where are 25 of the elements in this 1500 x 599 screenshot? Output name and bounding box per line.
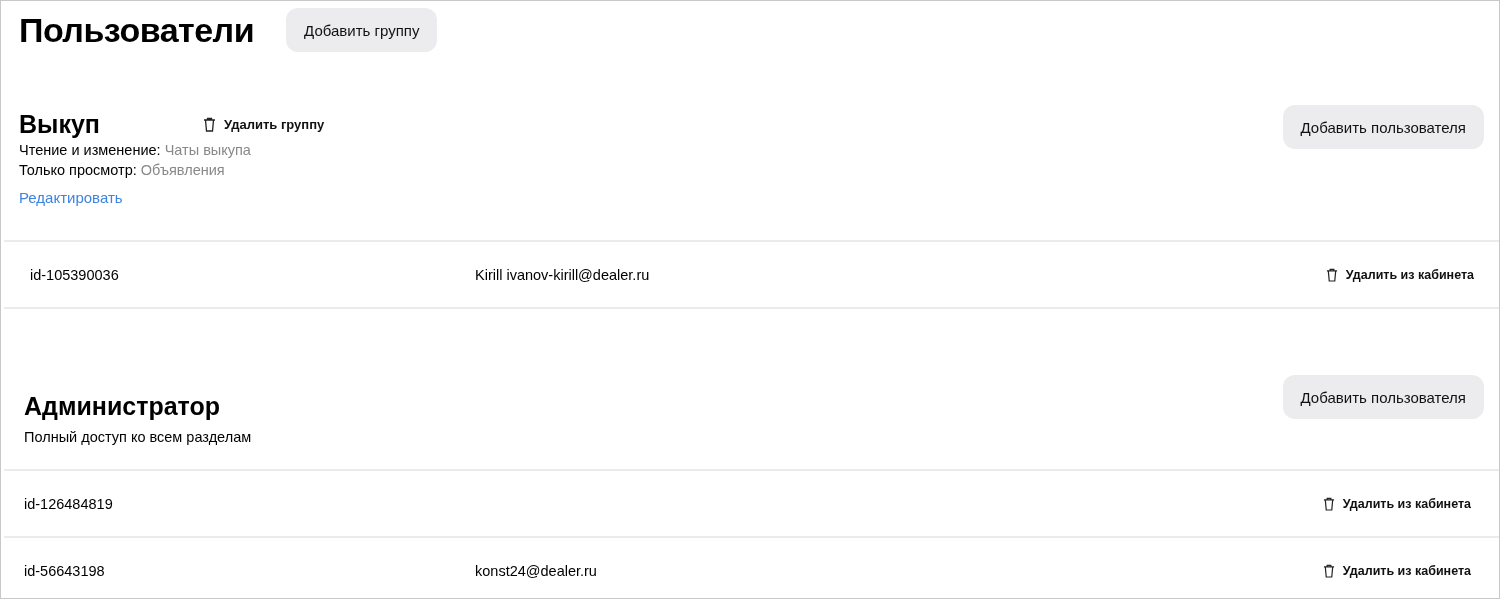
group-title: Администратор bbox=[24, 391, 221, 421]
user-id: id-126484819 bbox=[24, 495, 114, 512]
group-description: Полный доступ ко всем разделам bbox=[24, 429, 252, 446]
edit-link[interactable]: Редактировать bbox=[19, 189, 123, 206]
user-email: konst24@dealer.ru bbox=[475, 562, 597, 579]
remove-user-button[interactable]: Удалить из кабинета bbox=[1322, 496, 1471, 511]
group-title: Выкуп bbox=[19, 109, 100, 139]
trash-icon bbox=[1322, 563, 1335, 578]
user-id: id-56643198 bbox=[24, 562, 106, 579]
remove-user-button[interactable]: Удалить из кабинета bbox=[1325, 267, 1474, 282]
user-email: Kirill ivanov-kirill@dealer.ru bbox=[475, 266, 650, 283]
permission-label: Чтение и изменение: bbox=[19, 142, 161, 158]
remove-user-button[interactable]: Удалить из кабинета bbox=[1322, 563, 1471, 578]
permission-label: Только просмотр: bbox=[19, 162, 137, 178]
trash-icon bbox=[1325, 267, 1338, 282]
delete-group-button[interactable]: Удалить группу bbox=[202, 116, 325, 132]
user-id: id-105390036 bbox=[30, 266, 120, 283]
add-user-button[interactable]: Добавить пользователя bbox=[1282, 375, 1484, 419]
add-group-button[interactable]: Добавить группу bbox=[286, 8, 438, 52]
trash-icon bbox=[202, 116, 216, 132]
add-user-button[interactable]: Добавить пользователя bbox=[1282, 105, 1484, 149]
permission-value: Объявления bbox=[140, 162, 225, 178]
permission-value: Чаты выкупа bbox=[164, 142, 251, 158]
page-title: Пользователи bbox=[19, 10, 255, 50]
trash-icon bbox=[1322, 496, 1335, 511]
